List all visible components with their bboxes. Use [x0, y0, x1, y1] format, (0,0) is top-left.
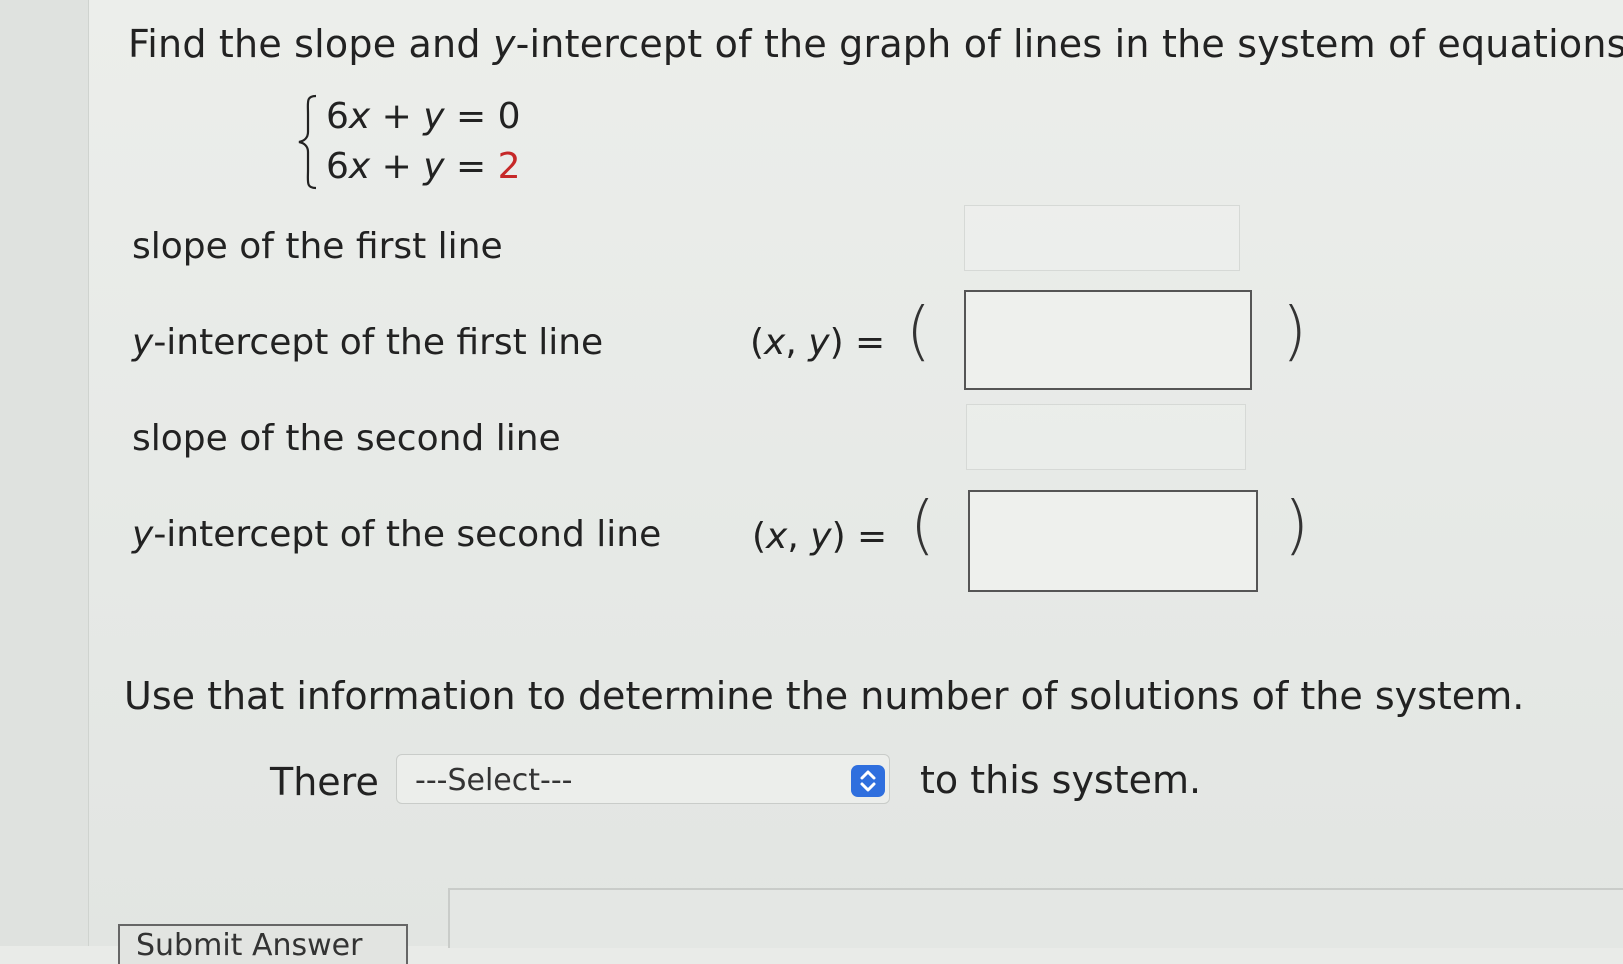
xy-equals-1: (x, y) =	[750, 322, 885, 363]
xy2-x: x	[766, 516, 788, 557]
yint2-label-rest: -intercept of the second line	[153, 514, 662, 555]
xy1-close: ) =	[829, 322, 886, 363]
slope-first-line-input[interactable]	[964, 205, 1240, 271]
question-part1: Find the slope and	[128, 22, 493, 66]
solution-suffix: to this system.	[920, 758, 1202, 802]
solution-prefix: There	[270, 760, 379, 804]
yintercept-second-line-label: y-intercept of the second line	[132, 514, 661, 555]
select-value: ---Select---	[415, 763, 573, 798]
slope-first-line-label: slope of the first line	[132, 226, 503, 267]
equation-1: 6x + y = 0	[326, 96, 521, 137]
yintercept-first-line-input[interactable]	[964, 290, 1252, 390]
xy1-comma: ,	[785, 322, 809, 363]
bottom-panel	[448, 888, 1623, 948]
xy2-y: y	[810, 516, 832, 557]
left-margin	[0, 0, 89, 946]
yint1-label-rest: -intercept of the first line	[153, 322, 604, 363]
page: Find the slope and y-intercept of the gr…	[0, 0, 1623, 964]
slope-second-line-input[interactable]	[966, 404, 1246, 470]
paren-open-1: (	[906, 295, 931, 369]
submit-answer-button[interactable]: Submit Answer	[118, 924, 408, 964]
eq2-coef: 6	[326, 146, 349, 187]
yintercept-first-line-label: y-intercept of the first line	[132, 322, 603, 363]
left-brace-icon	[298, 94, 317, 190]
yint2-italic-y: y	[132, 514, 154, 555]
eq1-x: x	[348, 96, 371, 137]
xy2-open: (	[752, 516, 767, 557]
eq1-y: y	[423, 96, 445, 137]
xy-equals-2: (x, y) =	[752, 516, 887, 557]
equation-2: 6x + y = 2	[326, 146, 521, 187]
paren-close-1: )	[1282, 295, 1307, 369]
instruction-text: Use that information to determine the nu…	[124, 674, 1525, 718]
eq2-x: x	[348, 146, 371, 187]
slope-second-line-label: slope of the second line	[132, 418, 561, 459]
xy2-close: ) =	[831, 516, 888, 557]
eq1-coef: 6	[326, 96, 349, 137]
eq1-equals: =	[444, 96, 498, 137]
eq2-plus: +	[370, 146, 424, 187]
eq1-rhs: 0	[497, 96, 521, 137]
paren-close-2: )	[1284, 489, 1309, 563]
yint1-italic-y: y	[132, 322, 154, 363]
question-text: Find the slope and y-intercept of the gr…	[128, 22, 1623, 66]
yintercept-second-line-input[interactable]	[968, 490, 1258, 592]
paren-open-2: (	[910, 489, 935, 563]
xy1-open: (	[750, 322, 765, 363]
select-chevron-icon	[851, 765, 885, 797]
eq2-y: y	[423, 146, 445, 187]
eq2-rhs: 2	[497, 146, 521, 187]
system-of-equations: 6x + y = 0 6x + y = 2	[296, 92, 556, 202]
eq2-equals: =	[444, 146, 498, 187]
eq1-plus: +	[370, 96, 424, 137]
xy1-y: y	[808, 322, 830, 363]
xy2-comma: ,	[787, 516, 811, 557]
xy1-x: x	[764, 322, 786, 363]
solutions-select[interactable]: ---Select---	[396, 754, 890, 804]
question-part2: -intercept of the graph of lines in the …	[515, 22, 1623, 66]
question-italic-y: y	[492, 22, 516, 66]
